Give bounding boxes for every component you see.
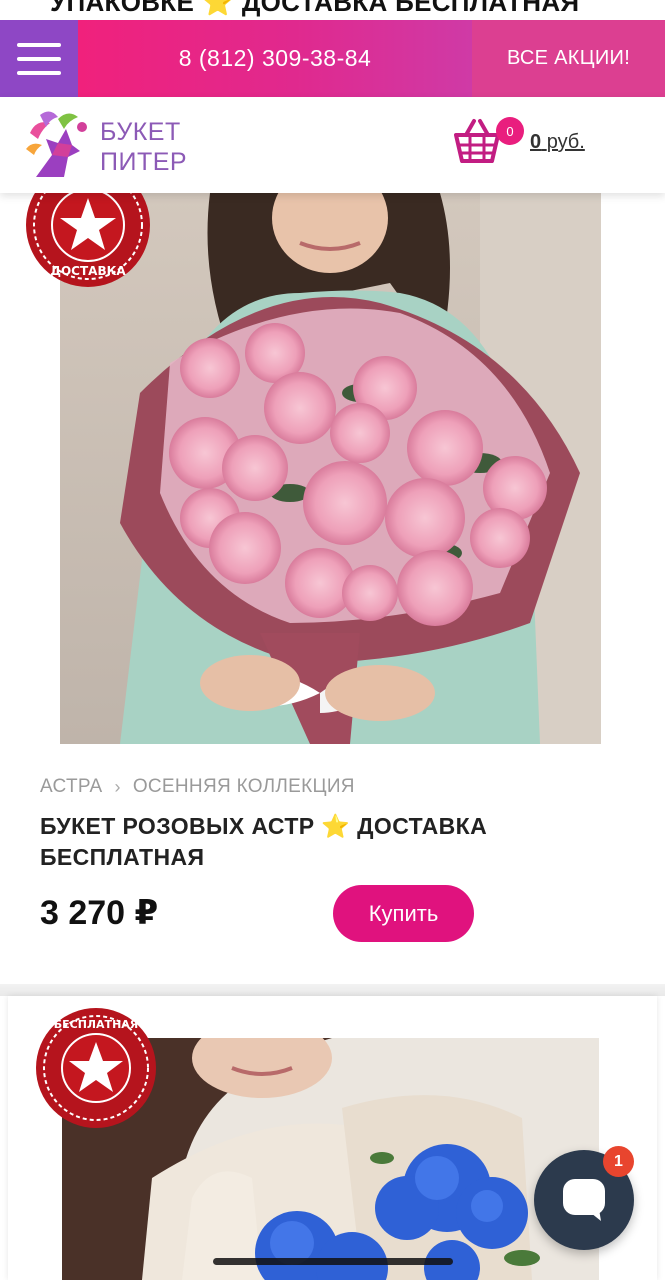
breadcrumb-link-aster[interactable]: АСТРА: [40, 776, 103, 798]
product-price: 3 270 ₽: [40, 894, 159, 932]
top-bar: 8 (812) 309-38-84 ВСЕ АКЦИИ!: [0, 20, 665, 97]
chat-unread-badge: 1: [603, 1146, 634, 1177]
cart-total-link[interactable]: 0 руб.: [530, 131, 585, 154]
free-delivery-badge-icon: БЕСПЛАТНАЯ: [36, 1008, 156, 1128]
menu-button[interactable]: [0, 20, 78, 97]
logo-line-1: БУКЕТ: [100, 118, 181, 146]
hamburger-icon-line: [17, 70, 61, 75]
cart-currency: руб.: [546, 131, 585, 153]
all-promotions-button[interactable]: ВСЕ АКЦИИ!: [472, 20, 665, 97]
hamburger-icon: [17, 42, 61, 47]
logo-figure-icon: [26, 111, 87, 177]
site-logo[interactable]: БУКЕТ ПИТЕР: [22, 105, 187, 185]
buy-button[interactable]: Купить: [333, 885, 474, 942]
logo-line-2: ПИТЕР: [100, 148, 188, 176]
home-indicator[interactable]: [213, 1258, 453, 1265]
product-title[interactable]: БУКЕТ РОЗОВЫХ АСТР ⭐️ ДОСТАВКА БЕСПЛАТНА…: [40, 811, 600, 873]
cart-total-value: 0: [530, 131, 542, 153]
breadcrumb: АСТРА › ОСЕННЯЯ КОЛЛЕКЦИЯ: [40, 776, 355, 798]
svg-text:БЕСПЛАТНАЯ: БЕСПЛАТНАЯ: [54, 1018, 139, 1031]
cart-count-badge: 0: [496, 117, 524, 145]
card-divider: [0, 984, 665, 996]
basket-icon[interactable]: [452, 117, 502, 169]
site-header: БУКЕТ ПИТЕР 0 0 руб.: [0, 97, 665, 193]
svg-text:ДОСТАВКА: ДОСТАВКА: [50, 264, 126, 278]
previous-product-title-text[interactable]: УПАКОВКЕ ⭐️ ДОСТАВКА БЕСПЛАТНАЯ: [50, 0, 579, 18]
breadcrumb-link-autumn-collection[interactable]: ОСЕННЯЯ КОЛЛЕКЦИЯ: [133, 776, 355, 798]
phone-link[interactable]: 8 (812) 309-38-84: [78, 20, 472, 97]
hamburger-icon-line: [17, 56, 61, 61]
chevron-right-icon: ›: [114, 776, 121, 797]
previous-product-title: УПАКОВКЕ ⭐️ ДОСТАВКА БЕСПЛАТНАЯ: [0, 0, 665, 22]
product-card: ДОСТАВКА АСТРА › ОСЕННЯЯ КОЛЛЕКЦИЯ БУКЕТ…: [0, 163, 665, 983]
logo-text: БУКЕТ ПИТЕР: [100, 117, 187, 177]
chat-icon: [563, 1179, 605, 1221]
